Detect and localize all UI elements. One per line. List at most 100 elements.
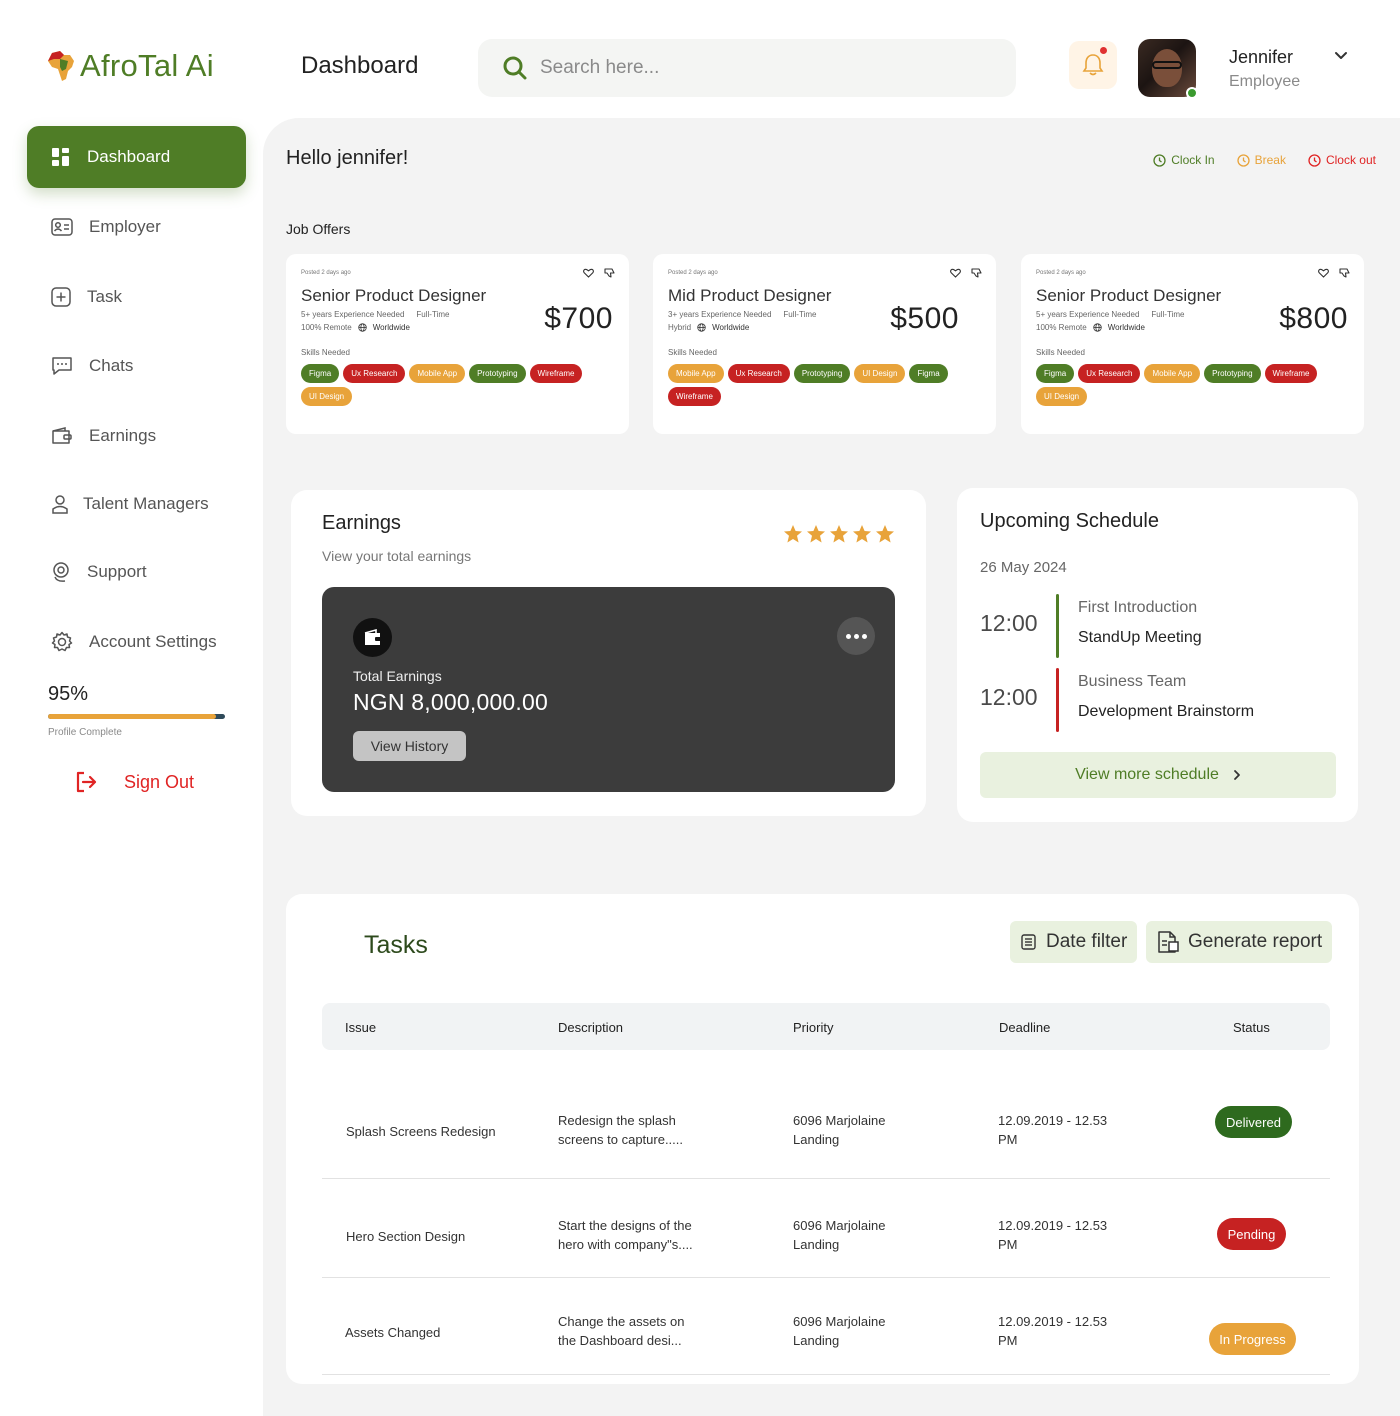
tasks-title: Tasks (364, 931, 428, 959)
job-experience: 3+ years Experience Needed (668, 310, 772, 319)
sidebar-item-chats[interactable]: Chats (27, 335, 246, 397)
status-badge: Pending (1217, 1218, 1286, 1250)
notification-dot (1100, 47, 1107, 54)
greeting: Hello jennifer! (286, 147, 409, 169)
task-deadline-line: PM (998, 1333, 1018, 1348)
job-card[interactable]: Posted 2 days ago Senior Product Designe… (286, 254, 629, 434)
job-location: Worldwide (372, 323, 410, 332)
search-bar[interactable] (478, 39, 1016, 97)
thumbs-down-icon[interactable] (1339, 268, 1350, 278)
search-input[interactable] (540, 57, 980, 79)
view-history-button[interactable]: View History (353, 731, 466, 761)
id-card-icon (51, 218, 73, 236)
schedule-item[interactable]: 12:00 Business Team Development Brainsto… (980, 668, 1340, 732)
job-type: Full-Time (416, 310, 450, 319)
logo-suffix: Ai (185, 48, 214, 83)
profile-complete-label: Profile Complete (48, 727, 122, 738)
rating-stars (783, 524, 895, 544)
schedule-indicator (1056, 594, 1059, 658)
sidebar-item-label: Chats (89, 356, 134, 375)
star-icon (876, 525, 894, 543)
status-badge: In Progress (1209, 1323, 1296, 1355)
sidebar-item-label: Task (87, 287, 122, 306)
clock-out-button[interactable]: Clock out (1308, 153, 1376, 167)
sidebar-item-label: Employer (89, 217, 161, 236)
skill-tag: UI Design (854, 364, 906, 383)
clock-in-button[interactable]: Clock In (1153, 153, 1215, 167)
report-icon (1158, 931, 1179, 953)
table-row[interactable]: Splash Screens Redesign Redesign the spl… (322, 1083, 1330, 1179)
generate-report-label: Generate report (1188, 931, 1323, 952)
skill-tag: Figma (909, 364, 948, 383)
column-header: Priority (793, 1020, 834, 1035)
job-offers-heading: Job Offers (286, 221, 351, 237)
skill-tag: Figma (1036, 364, 1075, 383)
skill-tag: Ux Research (343, 364, 406, 383)
job-type: Full-Time (1151, 310, 1185, 319)
total-earnings-panel: Total Earnings NGN 8,000,000.00 View His… (322, 587, 895, 792)
date-filter-button[interactable]: Date filter (1010, 921, 1138, 963)
task-priority-line: 6096 Marjolaine (793, 1113, 886, 1128)
view-more-schedule-button[interactable]: View more schedule (980, 752, 1336, 798)
generate-report-button[interactable]: Generate report (1146, 921, 1333, 963)
logo[interactable]: AfroTal Ai (46, 48, 214, 84)
schedule-item[interactable]: 12:00 First Introduction StandUp Meeting (980, 594, 1340, 658)
job-card[interactable]: Posted 2 days ago Senior Product Designe… (1021, 254, 1364, 434)
task-deadline-line: 12.09.2019 - 12.53 (998, 1218, 1108, 1233)
skill-tag: Mobile App (1144, 364, 1201, 383)
sidebar-item-dashboard[interactable]: Dashboard (27, 126, 246, 188)
task-issue: Hero Section Design (346, 1229, 466, 1244)
column-header: Status (1233, 1020, 1270, 1035)
sidebar: Dashboard Employer Task Chats Earnings T… (0, 118, 262, 1416)
status-badge: Delivered (1215, 1106, 1292, 1138)
job-type: Full-Time (783, 310, 817, 319)
skill-tag: Mobile App (668, 364, 724, 383)
skill-tag: Wireframe (529, 364, 583, 383)
thumbs-down-icon[interactable] (971, 268, 982, 278)
user-menu-chevron[interactable] (1333, 48, 1349, 69)
sidebar-item-task[interactable]: Task (27, 266, 246, 328)
task-deadline-line: PM (998, 1132, 1018, 1147)
job-mode: 100% Remote (301, 323, 352, 332)
gear-icon (51, 631, 73, 652)
table-row[interactable]: Hero Section Design Start the designs of… (322, 1183, 1330, 1278)
more-options-button[interactable] (837, 617, 875, 655)
sign-out-button[interactable]: Sign Out (74, 770, 194, 794)
search-icon (503, 56, 527, 80)
heart-icon[interactable] (950, 268, 961, 278)
notifications-button[interactable] (1069, 41, 1117, 89)
total-earnings-label: Total Earnings (353, 668, 442, 684)
sidebar-item-employer[interactable]: Employer (27, 196, 246, 258)
job-posted: Posted 2 days ago (301, 270, 351, 276)
sidebar-item-talent-managers[interactable]: Talent Managers (27, 473, 246, 535)
skill-tags: Figma Ux Research Mobile App Prototyping Wir… (301, 364, 621, 406)
upcoming-schedule-card: Upcoming Schedule 26 May 2024 12:00 Firs… (957, 488, 1358, 822)
schedule-event: StandUp Meeting (1078, 629, 1202, 646)
heart-icon[interactable] (583, 268, 594, 278)
clock-actions: Clock In Break Clock out (1153, 153, 1376, 167)
skills-label: Skills Needed (1036, 348, 1085, 357)
schedule-date: 26 May 2024 (980, 559, 1067, 576)
table-row[interactable]: Assets Changed Change the assets on the … (322, 1284, 1330, 1375)
logo-name: AfroTal (80, 48, 179, 83)
schedule-subtitle: First Introduction (1078, 599, 1198, 616)
task-description-line: screens to capture..... (558, 1132, 684, 1147)
schedule-title: Upcoming Schedule (980, 510, 1159, 532)
sidebar-item-account-settings[interactable]: Account Settings (27, 611, 246, 673)
break-button[interactable]: Break (1236, 153, 1286, 167)
heart-icon[interactable] (1318, 268, 1329, 278)
task-priority-line: 6096 Marjolaine (793, 1218, 886, 1233)
task-issue: Assets Changed (345, 1325, 441, 1340)
skill-tag: UI Design (301, 387, 353, 406)
sidebar-item-support[interactable]: Support (27, 541, 246, 603)
thumbs-down-icon[interactable] (604, 268, 615, 278)
grid-icon (52, 148, 69, 166)
headset-icon (53, 562, 69, 582)
skill-tag: Figma (301, 364, 340, 383)
earnings-card: Earnings View your total earnings Total … (291, 490, 926, 816)
avatar[interactable] (1138, 39, 1198, 99)
sidebar-item-earnings[interactable]: Earnings (27, 405, 246, 467)
job-card[interactable]: Posted 2 days ago Mid Product Designer 3… (653, 254, 996, 434)
skill-tag: Prototyping (1204, 364, 1261, 383)
plus-square-icon (51, 287, 71, 307)
